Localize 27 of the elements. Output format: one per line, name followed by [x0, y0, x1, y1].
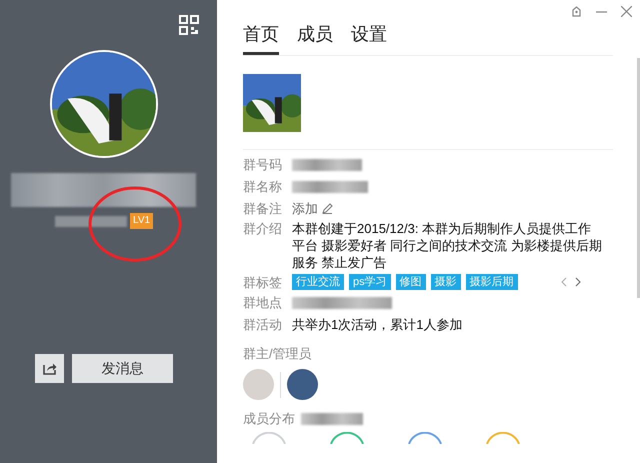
field-label: 群备注	[243, 200, 283, 217]
field-label: 群标签	[243, 274, 283, 291]
admin-avatar[interactable]	[287, 369, 318, 400]
field-label: 群号码	[243, 156, 283, 173]
share-icon	[42, 362, 56, 375]
blurred-count	[301, 413, 363, 425]
members-title: 成员分布	[243, 410, 295, 428]
level-badge: LV1	[130, 213, 154, 229]
field-value: 本群创建于2015/12/3: 本群为后期制作人员提供工作平台 摄影爱好者 同行之间的技术交流 为影楼提供后期服务 禁止发广告	[292, 221, 602, 270]
group-photo	[243, 74, 301, 132]
share-button[interactable]	[35, 354, 64, 383]
qr-code-icon[interactable]	[179, 15, 199, 35]
add-remark-link[interactable]: 添加	[292, 200, 333, 217]
tab[interactable]: 成员	[297, 22, 333, 55]
field-label: 群介绍	[243, 220, 283, 237]
tab[interactable]: 设置	[351, 22, 387, 55]
tab[interactable]: 首页	[243, 22, 279, 55]
close-icon[interactable]	[621, 6, 632, 17]
send-message-button[interactable]: 发消息	[72, 354, 173, 383]
admins-title: 群主/管理员	[243, 345, 313, 363]
blurred-value	[292, 159, 362, 171]
blurred-text	[55, 216, 127, 227]
field-value: 共举办1次活动，累计1人参加	[292, 317, 462, 332]
field-label: 群活动	[243, 316, 283, 333]
field-label: 群地点	[243, 294, 283, 311]
pencil-icon	[322, 203, 333, 214]
field-label: 群名称	[243, 178, 283, 195]
